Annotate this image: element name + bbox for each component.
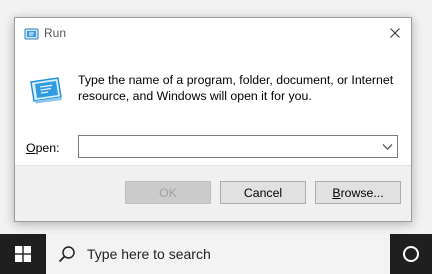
run-dialog: Run Type the name of a program, folder, … — [14, 17, 412, 222]
dialog-footer: OK Cancel Browse... — [15, 165, 411, 221]
start-button[interactable] — [0, 234, 46, 274]
open-label: Open: — [26, 141, 60, 155]
open-input[interactable] — [81, 137, 375, 156]
run-icon — [24, 28, 39, 40]
open-label-text: pen: — [35, 141, 60, 155]
windows-logo-icon — [15, 246, 31, 262]
run-program-icon — [30, 77, 62, 104]
dialog-body: Type the name of a program, folder, docu… — [15, 50, 411, 165]
cortana-circle-icon — [403, 246, 419, 262]
cancel-button[interactable]: Cancel — [220, 181, 306, 204]
browse-button[interactable]: Browse... — [315, 181, 401, 204]
chevron-down-icon[interactable] — [382, 141, 393, 152]
dialog-description: Type the name of a program, folder, docu… — [78, 73, 394, 103]
search-placeholder: Type here to search — [87, 246, 211, 262]
open-label-accel: O — [26, 141, 36, 155]
cortana-button[interactable] — [390, 234, 432, 274]
taskbar: Type here to search — [0, 234, 432, 274]
browse-accel: B — [332, 185, 341, 200]
open-combobox[interactable] — [78, 135, 398, 158]
search-icon — [58, 246, 75, 263]
close-button[interactable] — [379, 18, 411, 48]
ok-button[interactable]: OK — [125, 181, 211, 204]
title-bar[interactable]: Run — [15, 18, 411, 50]
close-icon — [390, 28, 400, 38]
dialog-title: Run — [44, 26, 67, 40]
browse-label-text: rowse... — [340, 185, 384, 200]
taskbar-search-box[interactable]: Type here to search — [46, 234, 390, 274]
